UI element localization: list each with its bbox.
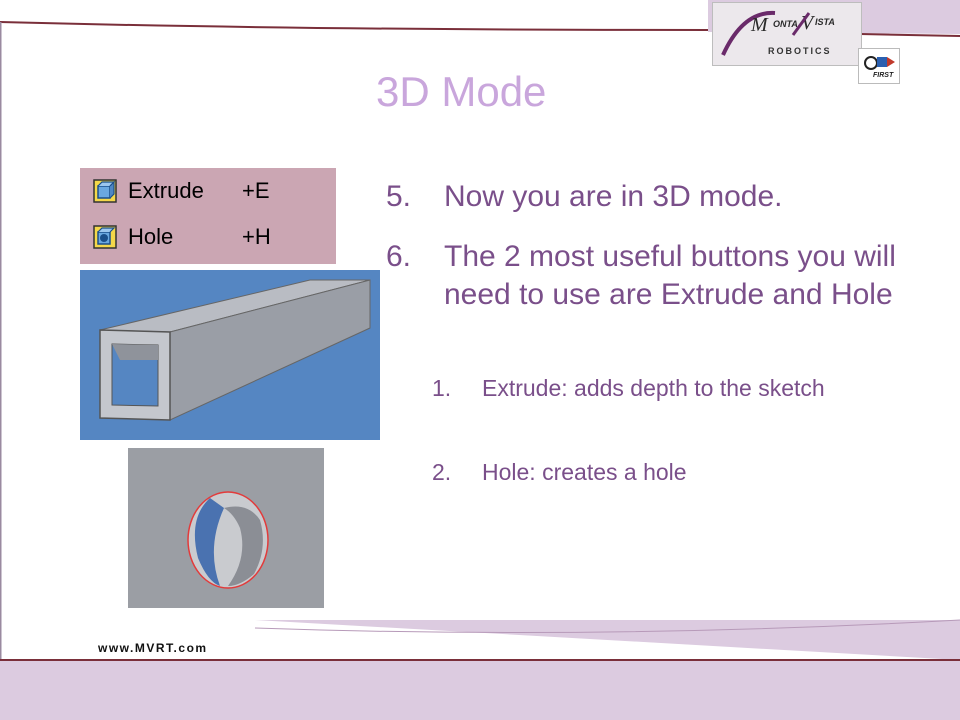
sub-bullet-text: Hole: creates a hole — [482, 459, 687, 485]
toolbar-screenshot: Extrude +E Hole +H — [80, 168, 336, 264]
svg-text:ONTA: ONTA — [773, 19, 798, 29]
toolbar-item-hole: Hole +H — [92, 224, 271, 250]
toolbar-hole-shortcut: +H — [242, 224, 271, 249]
sub-bullet-number: 2. — [432, 459, 452, 485]
toolbar-hole-label: Hole — [128, 224, 174, 249]
toolbar-extrude-shortcut: +E — [242, 178, 270, 203]
bottom-band-right — [255, 620, 960, 660]
hole-icon-image — [187, 491, 269, 589]
bottom-band — [0, 660, 960, 720]
svg-text:ISTA: ISTA — [815, 17, 835, 27]
top-frame-line-right — [859, 33, 960, 37]
first-logo-text: FIRST — [873, 72, 894, 79]
sub-bullet-number: 1. — [432, 375, 452, 401]
monta-vista-robotics-logo: M ONTA V ISTA — [712, 2, 862, 66]
svg-text:M: M — [750, 14, 769, 36]
logo-robotics-text: ROBOTICS — [768, 46, 832, 56]
footer-url: www.MVRT.com — [98, 641, 208, 655]
extruded-tube-icon — [99, 279, 371, 421]
top-frame-line — [0, 21, 709, 31]
extrude-icon — [93, 179, 117, 203]
hole-icon — [93, 225, 117, 249]
bullet-text: The 2 most useful buttons you will need … — [444, 240, 896, 311]
hole-image — [128, 448, 324, 608]
extruded-tube-image — [80, 270, 380, 440]
sub-bullet-text: Extrude: adds depth to the sketch — [482, 375, 825, 401]
slide: M ONTA V ISTA ROBOTICS FIRST 3D Mode Ext… — [0, 0, 960, 720]
toolbar-extrude-label: Extrude — [128, 178, 204, 203]
slide-title: 3D Mode — [376, 68, 547, 115]
toolbar-item-extrude: Extrude +E — [92, 178, 270, 204]
bullet-number: 6. — [386, 240, 412, 273]
bullet-text: Now you are in 3D mode. — [444, 180, 783, 213]
bullet-number: 5. — [386, 180, 412, 213]
